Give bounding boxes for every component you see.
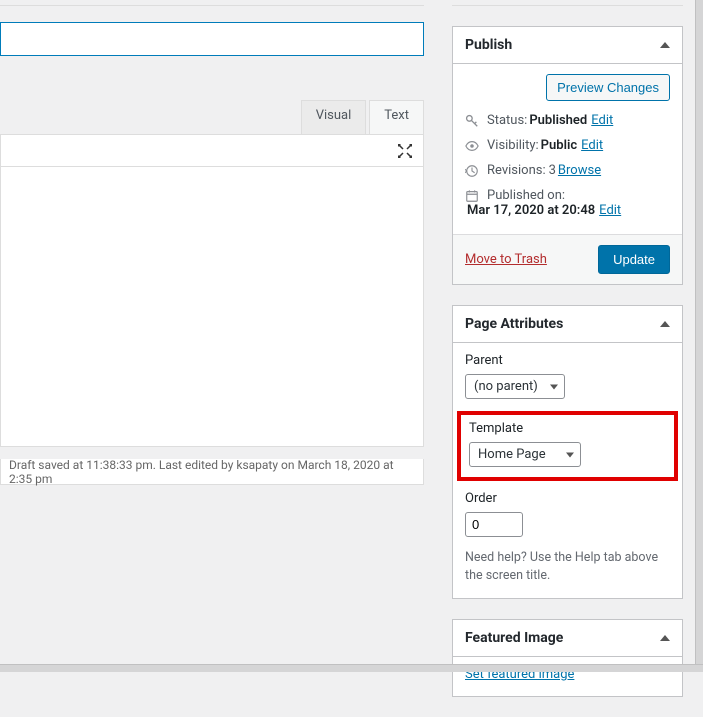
key-icon xyxy=(465,114,479,128)
publish-heading: Publish xyxy=(465,37,512,53)
revisions-browse-link[interactable]: Browse xyxy=(558,163,601,178)
expand-icon[interactable] xyxy=(397,143,413,159)
featured-image-panel: Featured Image Set featured image xyxy=(452,619,683,697)
template-label: Template xyxy=(469,421,666,436)
editor-status-bar: Draft saved at 11:38:33 pm. Last edited … xyxy=(0,459,424,485)
template-select-value: Home Page xyxy=(478,447,546,462)
eye-icon xyxy=(465,139,479,153)
parent-label: Parent xyxy=(465,353,670,368)
update-button[interactable]: Update xyxy=(598,245,670,274)
chevron-down-icon xyxy=(566,452,574,457)
published-edit-link[interactable]: Edit xyxy=(599,203,621,218)
revisions-label: Revisions: xyxy=(487,163,546,178)
window-bottom-border xyxy=(0,664,703,672)
status-text: Draft saved at 11:38:33 pm. Last edited … xyxy=(9,458,415,486)
published-value: Mar 17, 2020 at 20:48 xyxy=(467,203,595,218)
window-right-border xyxy=(695,0,703,672)
publish-panel-toggle[interactable]: Publish xyxy=(453,27,682,64)
status-value: Published xyxy=(529,113,587,128)
visibility-edit-link[interactable]: Edit xyxy=(581,138,603,153)
page-title-input[interactable] xyxy=(0,22,424,56)
parent-select-value: (no parent) xyxy=(474,379,538,394)
page-attributes-panel: Page Attributes Parent (no parent) Templ… xyxy=(452,305,683,599)
order-input[interactable] xyxy=(465,512,523,537)
preview-changes-button[interactable]: Preview Changes xyxy=(546,74,670,101)
sidebar-top-border xyxy=(452,0,683,6)
visibility-value: Public xyxy=(541,138,577,153)
tab-text[interactable]: Text xyxy=(369,100,424,134)
publish-panel: Publish Preview Changes Status: Publishe… xyxy=(452,26,683,285)
featured-image-heading: Featured Image xyxy=(465,630,563,646)
chevron-up-icon xyxy=(660,321,670,327)
status-edit-link[interactable]: Edit xyxy=(591,113,613,128)
editor-top-border xyxy=(0,0,424,6)
visibility-label: Visibility: xyxy=(487,138,539,153)
chevron-down-icon xyxy=(550,384,558,389)
chevron-up-icon xyxy=(660,635,670,641)
attributes-help-text: Need help? Use the Help tab above the sc… xyxy=(465,549,670,584)
revisions-icon xyxy=(465,164,479,178)
tab-visual[interactable]: Visual xyxy=(301,100,367,134)
status-label: Status: xyxy=(487,113,527,128)
calendar-icon xyxy=(465,189,479,203)
editor-content-area[interactable] xyxy=(0,167,424,447)
page-attributes-toggle[interactable]: Page Attributes xyxy=(453,306,682,343)
template-highlight: Template Home Page xyxy=(457,411,678,481)
template-select[interactable]: Home Page xyxy=(469,442,581,467)
editor-toolbar xyxy=(0,134,424,167)
page-attributes-heading: Page Attributes xyxy=(465,316,563,332)
featured-image-toggle[interactable]: Featured Image xyxy=(453,620,682,657)
revisions-value: 3 xyxy=(549,163,556,178)
published-label: Published on: xyxy=(487,188,565,203)
order-label: Order xyxy=(465,491,670,506)
chevron-up-icon xyxy=(660,42,670,48)
move-to-trash-link[interactable]: Move to Trash xyxy=(465,252,547,267)
